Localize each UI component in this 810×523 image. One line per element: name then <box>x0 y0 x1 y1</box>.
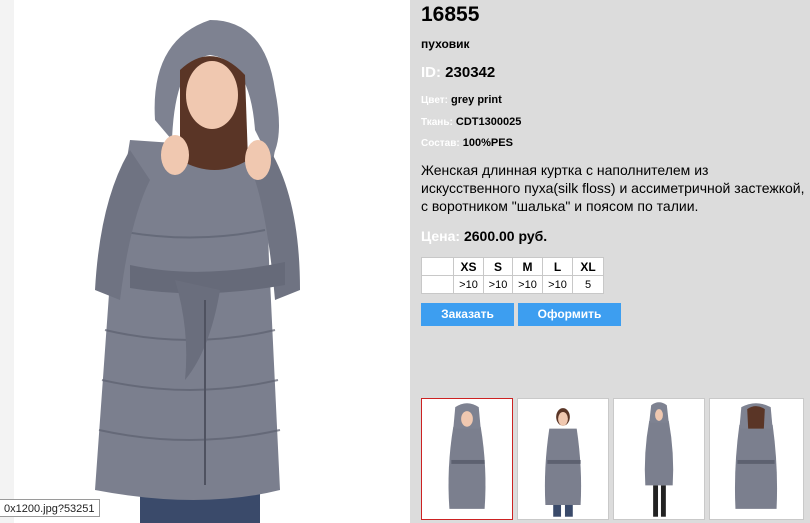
color-row: Цвет: grey print <box>421 94 502 106</box>
product-type: пуховик <box>421 37 470 51</box>
size-header-cell: L <box>542 257 573 276</box>
product-code: 16855 <box>421 3 480 26</box>
price-label: Цена: <box>421 228 461 244</box>
photo-left-strip <box>0 0 14 523</box>
color-value: grey print <box>451 94 502 106</box>
order-button[interactable]: Заказать <box>421 303 514 326</box>
thumbnail-front[interactable] <box>421 398 513 520</box>
coat-model-image <box>95 20 300 523</box>
product-id-label: ID: <box>421 64 441 81</box>
size-header-row: XS S M L XL <box>421 257 604 276</box>
main-product-photo[interactable]: 0x1200.jpg?53251 <box>0 0 410 523</box>
stock-cell[interactable]: >10 <box>453 275 484 294</box>
stock-cell[interactable]: 5 <box>572 275 604 294</box>
composition-value: 100%PES <box>462 137 513 149</box>
size-header-cell: M <box>512 257 543 276</box>
size-stock-table: XS S M L XL >10 >10 >10 >10 5 <box>421 257 604 294</box>
size-header-cell: XL <box>572 257 604 276</box>
price-value: 2600.00 руб. <box>463 228 548 244</box>
size-header-cell <box>421 257 454 276</box>
product-info-panel: 16855 пуховик ID: 230342 Цвет: grey prin… <box>410 0 810 523</box>
fabric-value: CDT1300025 <box>455 116 522 128</box>
size-header-cell: XS <box>453 257 484 276</box>
stock-cell[interactable]: >10 <box>542 275 573 294</box>
product-id-row: ID: 230342 <box>421 64 495 81</box>
thumbnail-full-length[interactable] <box>613 398 705 520</box>
color-label: Цвет: <box>421 95 448 106</box>
size-stock-row: >10 >10 >10 >10 5 <box>421 275 604 294</box>
size-header-cell: S <box>483 257 513 276</box>
thumbnail-back[interactable] <box>709 398 804 520</box>
checkout-button[interactable]: Оформить <box>518 303 621 326</box>
stock-cell <box>421 275 454 294</box>
composition-row: Состав: 100%PES <box>421 137 513 149</box>
product-id-value: 230342 <box>445 64 496 81</box>
product-description: Женская длинная куртка с наполнителем из… <box>421 162 805 214</box>
stock-cell[interactable]: >10 <box>483 275 513 294</box>
status-url-tooltip: 0x1200.jpg?53251 <box>0 499 100 517</box>
thumbnail-open-hood[interactable] <box>517 398 609 520</box>
fabric-row: Ткань: CDT1300025 <box>421 116 521 128</box>
stock-cell[interactable]: >10 <box>512 275 543 294</box>
fabric-label: Ткань: <box>421 117 453 128</box>
price-row: Цена: 2600.00 руб. <box>421 228 547 244</box>
composition-label: Состав: <box>421 138 460 149</box>
